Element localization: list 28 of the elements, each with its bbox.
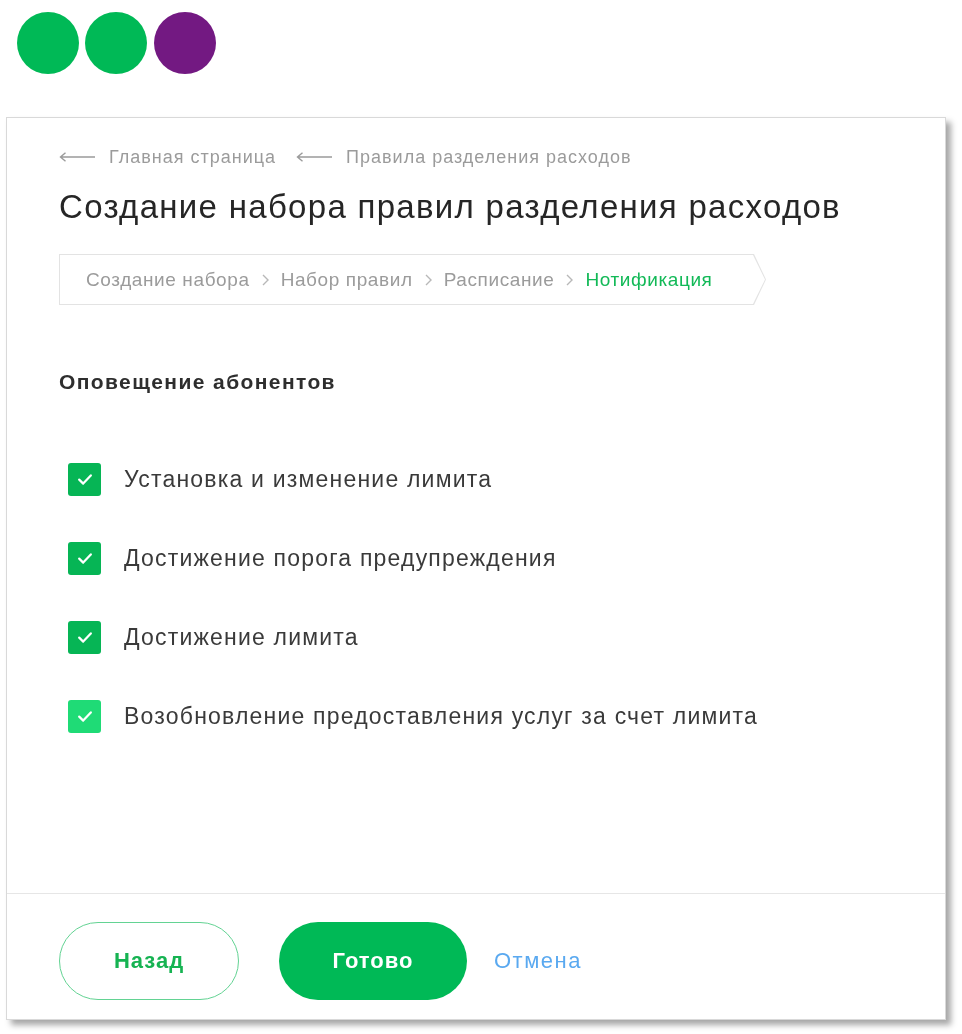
back-button[interactable]: Назад	[59, 922, 239, 1000]
checkbox[interactable]	[68, 621, 101, 654]
chevron-right-icon	[261, 273, 269, 286]
checkbox-label[interactable]: Достижение порога предупреждения	[124, 545, 557, 572]
chevron-right-icon	[424, 273, 432, 286]
checkmark-icon	[77, 632, 92, 643]
checkmark-icon	[77, 474, 92, 485]
checkbox-label[interactable]: Возобновление предоставления услуг за счет лимита	[124, 703, 758, 730]
arrow-left-icon	[59, 152, 95, 162]
step-tab[interactable]: Создание набора	[86, 268, 250, 291]
cancel-link[interactable]: Отмена	[494, 948, 582, 974]
step-tab[interactable]: Нотификация	[585, 268, 713, 291]
checkbox[interactable]	[68, 542, 101, 575]
checkbox[interactable]	[68, 463, 101, 496]
checkbox-label[interactable]: Достижение лимита	[124, 624, 359, 651]
arrow-left-icon	[296, 152, 333, 162]
section-heading: Оповещение абонентов	[59, 370, 336, 394]
checkmark-icon	[77, 711, 92, 722]
chevron-right-icon	[566, 273, 574, 286]
breadcrumb-link[interactable]: Главная страница	[59, 146, 277, 168]
step-tab[interactable]: Расписание	[443, 268, 555, 291]
checkbox[interactable]	[68, 700, 101, 733]
checkmark-icon	[77, 553, 92, 564]
step-tab[interactable]: Набор правил	[280, 268, 413, 291]
done-button[interactable]: Готово	[279, 922, 467, 1000]
checkbox-label[interactable]: Установка и изменение лимита	[124, 466, 493, 493]
page-title: Создание набора правил разделения расходов	[59, 188, 841, 226]
breadcrumb-link[interactable]: Правила разделения расходов	[296, 146, 632, 168]
